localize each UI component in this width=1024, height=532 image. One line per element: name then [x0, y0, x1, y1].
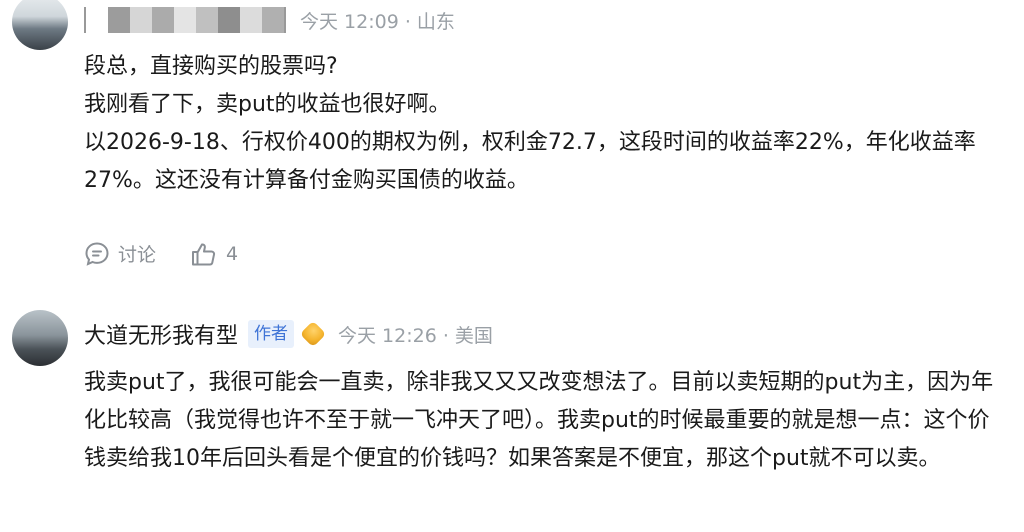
comment-paragraph: 我刚看了下，卖put的收益也很好啊。	[84, 92, 451, 117]
comment-paragraph: 以2026-9-18、行权价400的期权为例，权利金72.7，这段时间的收益率2…	[84, 130, 976, 193]
comment-header: 今天 12:09 · 山东	[84, 4, 455, 36]
username[interactable]: 大道无形我有型	[84, 318, 238, 350]
discuss-label: 讨论	[118, 244, 157, 266]
comment-meta: 今天 12:09 · 山东	[300, 10, 455, 33]
username-blurred[interactable]	[84, 6, 286, 34]
author-badge: 作者	[248, 320, 295, 348]
discuss-button[interactable]: 讨论	[84, 240, 156, 267]
comment-body: 段总，直接购买的股票吗? 我刚看了下，卖put的收益也很好啊。 以2026-9-…	[84, 48, 1000, 200]
gold-level-badge-icon	[299, 320, 327, 348]
comment-header: 大道无形我有型 作者 今天 12:26 · 美国	[84, 316, 493, 352]
comment: 大道无形我有型 作者 今天 12:26 · 美国 我卖put了，我很可能会一直卖…	[0, 300, 1024, 532]
like-count: 4	[226, 242, 239, 265]
avatar[interactable]	[12, 0, 68, 50]
thumbs-up-icon	[190, 241, 218, 267]
chat-bubble-icon	[84, 241, 110, 267]
comment: 今天 12:09 · 山东 段总，直接购买的股票吗? 我刚看了下，卖put的收益…	[0, 0, 1024, 290]
comment-body: 我卖put了，我很可能会一直卖，除非我又又又改变想法了。目前以卖短期的put为主…	[84, 364, 1000, 478]
comment-paragraph: 段总，直接购买的股票吗?	[84, 54, 338, 79]
like-button[interactable]: 4	[190, 241, 238, 267]
comment-meta: 今天 12:26 · 美国	[338, 324, 493, 347]
comment-paragraph: 我卖put了，我很可能会一直卖，除非我又又又改变想法了。目前以卖短期的put为主…	[84, 370, 994, 471]
comment-actions: 讨论 4	[84, 240, 238, 267]
avatar[interactable]	[12, 310, 68, 366]
